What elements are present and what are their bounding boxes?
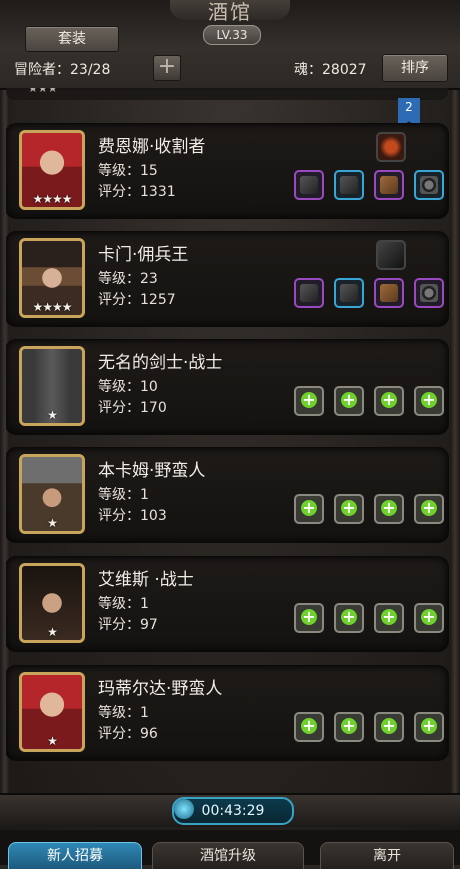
expand-capacity-button[interactable]: + <box>153 55 181 81</box>
adventurer-count: 冒险者：23/28 <box>14 62 111 78</box>
hero-level: 等级：23 <box>98 271 158 287</box>
hero-score: 评分：96 <box>98 726 158 742</box>
equipment-slot[interactable] <box>414 170 444 200</box>
equipment-item-icon <box>300 284 318 302</box>
hero-name: 无名的剑士·战士 <box>98 353 223 373</box>
hero-name: 卡门·佣兵王 <box>98 245 189 265</box>
hero-card[interactable]: ★ 玛蒂尔达·野蛮人 等级：1 评分：96 <box>6 666 448 760</box>
empty-equipment-slot[interactable] <box>374 603 404 633</box>
hero-portrait[interactable]: ★★★★ <box>19 130 85 210</box>
hero-list[interactable]: ★★★ 2 ★★★★ 费恩娜·收割者 等级：15 评分：1331 ★★★★ 卡门… <box>6 88 454 800</box>
hero-name: 艾维斯 ·战士 <box>98 570 194 590</box>
star-rating: ★ <box>47 408 58 422</box>
equipment-item-icon <box>340 176 358 194</box>
hero-card[interactable]: ★★★★ 卡门·佣兵王 等级：23 评分：1257 <box>6 232 448 326</box>
empty-equipment-slot[interactable] <box>414 494 444 524</box>
equipment-item-icon <box>420 284 438 302</box>
empty-equipment-slot[interactable] <box>414 603 444 633</box>
star-rating: ★ <box>47 625 58 639</box>
hero-portrait[interactable]: ★★★★ <box>19 238 85 318</box>
accessory-slot[interactable] <box>376 132 406 162</box>
equipment-slot[interactable] <box>294 170 324 200</box>
hero-level: 等级：1 <box>98 705 149 721</box>
star-rating: ★★★★ <box>32 300 72 314</box>
accessory-slot[interactable] <box>376 240 406 270</box>
empty-equipment-slot[interactable] <box>294 386 324 416</box>
equipment-set-button[interactable]: 套装 <box>25 26 119 52</box>
equipment-item-icon <box>380 284 398 302</box>
list-item-partial[interactable]: ★★★ <box>6 88 448 100</box>
hero-level: 等级：1 <box>98 596 149 612</box>
equipment-item-icon <box>340 284 358 302</box>
hero-name: 本卡姆·野蛮人 <box>98 461 206 481</box>
hero-portrait[interactable]: ★ <box>19 672 85 752</box>
empty-equipment-slot[interactable] <box>414 712 444 742</box>
empty-equipment-slot[interactable] <box>374 386 404 416</box>
hero-card[interactable]: ★ 本卡姆·野蛮人 等级：1 评分：103 <box>6 448 448 542</box>
equipment-item-icon <box>420 176 438 194</box>
star-rating: ★★★ <box>28 88 58 95</box>
star-rating: ★ <box>47 734 58 748</box>
empty-equipment-slot[interactable] <box>374 712 404 742</box>
hero-portrait[interactable]: ★ <box>19 563 85 643</box>
empty-equipment-slot[interactable] <box>294 712 324 742</box>
equipment-slot[interactable] <box>334 278 364 308</box>
clock-icon <box>174 799 194 819</box>
hero-score: 评分：103 <box>98 508 167 524</box>
empty-equipment-slot[interactable] <box>294 603 324 633</box>
hero-card[interactable]: ★ 艾维斯 ·战士 等级：1 评分：97 <box>6 557 448 651</box>
hero-score: 评分：1257 <box>98 292 176 308</box>
star-rating: ★ <box>47 516 58 530</box>
tavern-level-badge: LV.33 <box>203 25 261 45</box>
empty-equipment-slot[interactable] <box>374 494 404 524</box>
soul-currency: 魂：28027 <box>294 62 367 78</box>
star-rating: ★★★★ <box>32 192 72 206</box>
equipment-item-icon <box>300 176 318 194</box>
equipment-item-icon <box>380 176 398 194</box>
hero-name: 费恩娜·收割者 <box>98 137 206 157</box>
hero-score: 评分：97 <box>98 617 158 633</box>
hero-card[interactable]: ★ 无名的剑士·战士 等级：10 评分：170 <box>6 340 448 434</box>
empty-equipment-slot[interactable] <box>334 712 364 742</box>
top-bar: 酒馆 套装 LV.33 冒险者：23/28 + 魂：28027 排序 <box>0 0 460 90</box>
empty-equipment-slot[interactable] <box>334 603 364 633</box>
hero-level: 等级：15 <box>98 163 158 179</box>
hero-level: 等级：1 <box>98 487 149 503</box>
empty-equipment-slot[interactable] <box>334 386 364 416</box>
empty-equipment-slot[interactable] <box>294 494 324 524</box>
equipment-slot[interactable] <box>374 170 404 200</box>
hero-card[interactable]: ★★★★ 费恩娜·收割者 等级：15 评分：1331 <box>6 124 448 218</box>
sort-button[interactable]: 排序 <box>382 54 448 82</box>
hero-level: 等级：10 <box>98 379 158 395</box>
equipment-slot[interactable] <box>414 278 444 308</box>
equipment-slot[interactable] <box>334 170 364 200</box>
hero-portrait[interactable]: ★ <box>19 346 85 426</box>
hero-score: 评分：1331 <box>98 184 176 200</box>
page-title: 酒馆 <box>170 0 290 24</box>
equipment-slot[interactable] <box>294 278 324 308</box>
hero-score: 评分：170 <box>98 400 167 416</box>
hero-name: 玛蒂尔达·野蛮人 <box>98 679 223 699</box>
equipment-slot[interactable] <box>374 278 404 308</box>
empty-equipment-slot[interactable] <box>334 494 364 524</box>
hero-portrait[interactable]: ★ <box>19 454 85 534</box>
empty-equipment-slot[interactable] <box>414 386 444 416</box>
